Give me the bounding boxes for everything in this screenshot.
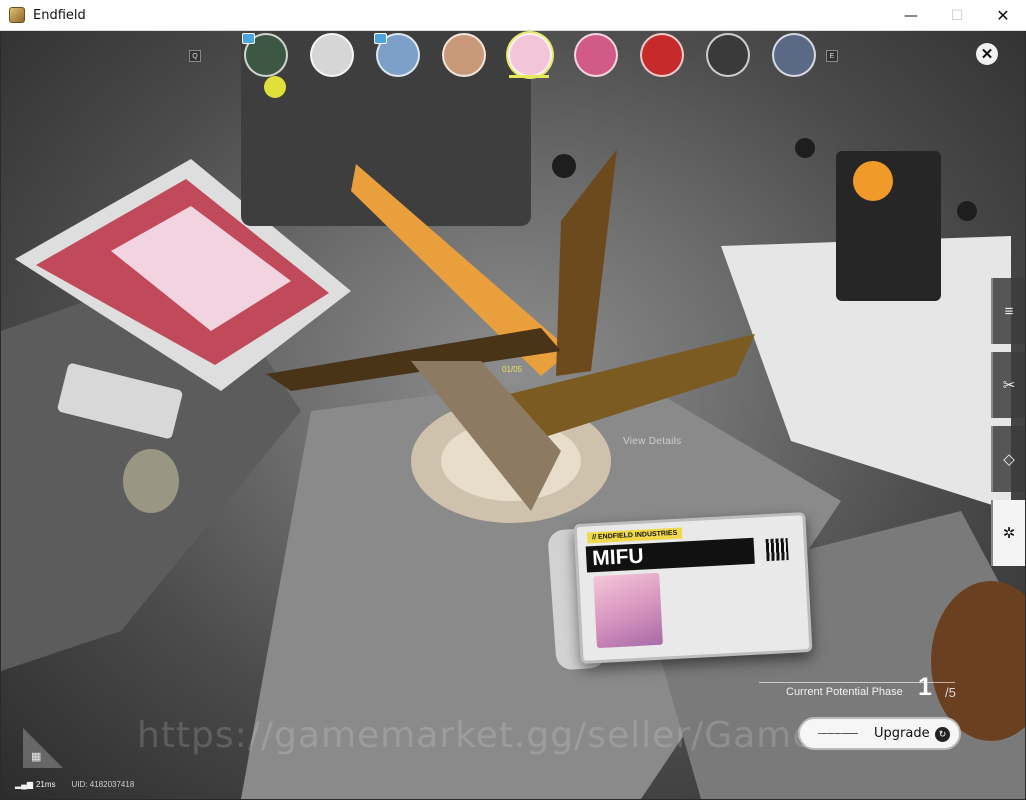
- window-title: Endfield: [33, 7, 86, 23]
- app-icon: [9, 7, 25, 23]
- watermark: https://gamemarket.gg/seller/GameM: [137, 715, 848, 756]
- operator-avatar-mifu[interactable]: [508, 33, 552, 77]
- chess-piece: [552, 154, 576, 178]
- app-window: Endfield — ☐ ✕ Q E ✕ ≡ ✂ ◇ ✲ 01/05 View …: [0, 0, 1026, 800]
- potential-total: /5: [945, 685, 956, 700]
- operator-avatar[interactable]: [574, 33, 618, 77]
- chess-piece: [957, 201, 977, 221]
- next-operator-key[interactable]: E: [826, 50, 838, 62]
- minimize-button[interactable]: —: [888, 0, 934, 31]
- potential-label: Current Potential Phase: [786, 686, 903, 698]
- menu-lines-icon[interactable]: ≡: [991, 278, 1025, 344]
- card-portrait: [593, 572, 663, 649]
- star-sigil-icon[interactable]: ✲: [991, 500, 1025, 566]
- ping-value: 21ms: [35, 780, 56, 789]
- title-bar: Endfield — ☐ ✕: [0, 0, 1026, 31]
- chess-piece: [795, 138, 815, 158]
- close-icon[interactable]: ✕: [976, 43, 998, 65]
- status-bar: ▂▄▆ 21ms UID: 4182037418: [15, 780, 134, 789]
- operator-avatar[interactable]: [706, 33, 750, 77]
- card-company: // ENDFIELD INDUSTRIES: [586, 527, 683, 544]
- badge-icon: [242, 33, 255, 44]
- view-details-link[interactable]: View Details: [623, 436, 681, 447]
- grid-menu-icon[interactable]: ▦: [31, 750, 41, 763]
- operator-avatar[interactable]: [442, 33, 486, 77]
- uid-label: UID: 4182037418: [71, 780, 135, 789]
- scene-background: [1, 31, 1025, 799]
- reactor-core: [853, 161, 893, 201]
- camera-button: [264, 76, 286, 98]
- side-tab-bar: ≡ ✂ ◇ ✲: [991, 278, 1025, 574]
- signal-icon: ▂▄▆: [15, 780, 33, 789]
- operator-avatar[interactable]: [374, 33, 420, 77]
- operator-avatar[interactable]: [310, 33, 354, 77]
- rabbit-figure: [123, 449, 179, 513]
- potential-current: 1: [918, 673, 932, 701]
- card-operator-name: MIFU: [585, 537, 755, 573]
- crystal-shard: [266, 328, 561, 391]
- game-scene: Q E ✕ ≡ ✂ ◇ ✲ 01/05 View Details // ENDF…: [1, 31, 1025, 799]
- crystal-shard: [556, 149, 617, 376]
- menu-corner: [23, 728, 63, 768]
- upgrade-label: Upgrade: [874, 726, 930, 741]
- operator-bar: [233, 31, 827, 79]
- badge-icon: [374, 33, 387, 44]
- prev-operator-key[interactable]: Q: [189, 50, 201, 62]
- operator-card: // ENDFIELD INDUSTRIES MIFU: [573, 512, 813, 664]
- operator-avatar[interactable]: [242, 33, 288, 77]
- crossed-blades-icon[interactable]: ✂: [991, 352, 1025, 418]
- upgrade-arrow-icon: ↻: [935, 727, 950, 742]
- active-operator-indicator: [509, 75, 549, 78]
- phase-counter: 01/05: [502, 365, 523, 374]
- maximize-button[interactable]: ☐: [934, 0, 980, 31]
- operator-avatar[interactable]: [772, 33, 816, 77]
- close-window-button[interactable]: ✕: [980, 0, 1026, 31]
- operator-avatar[interactable]: [640, 33, 684, 77]
- card-qr-code: [765, 537, 789, 562]
- diamond-icon[interactable]: ◇: [991, 426, 1025, 492]
